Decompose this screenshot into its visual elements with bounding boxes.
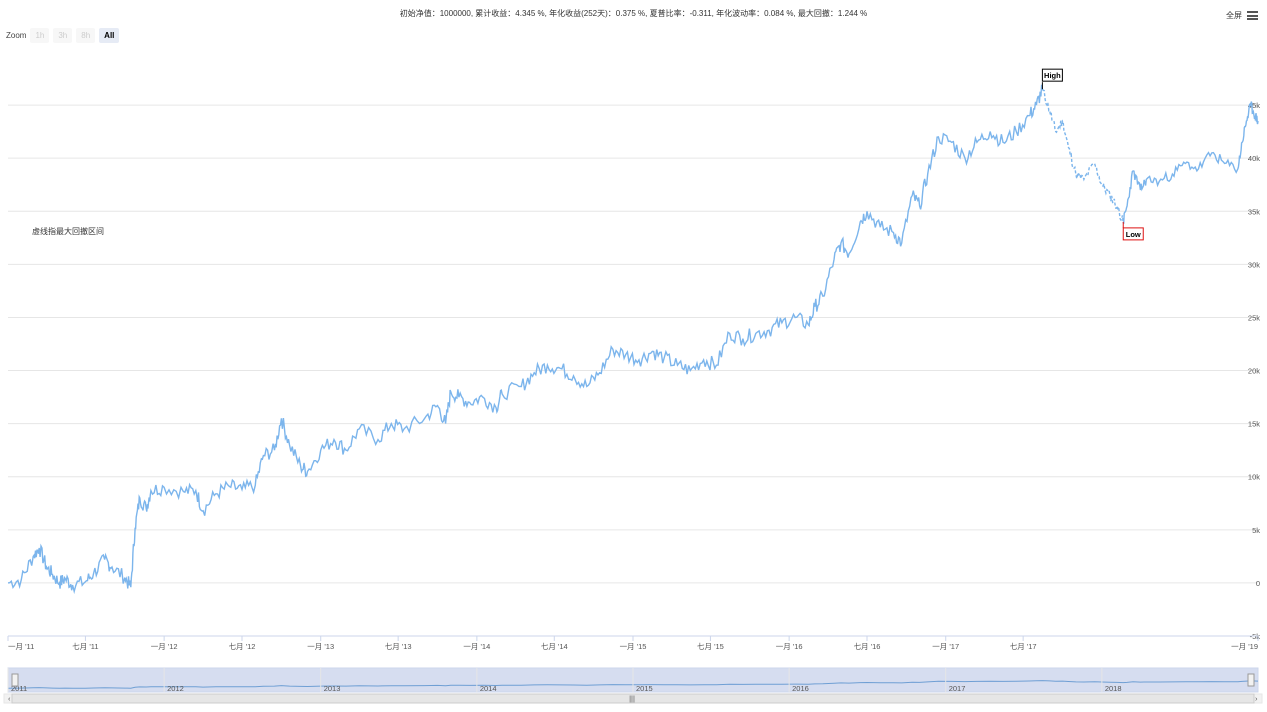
navigator-year-label: 2018 <box>1105 684 1122 693</box>
y-axis-ticks: -5k05k10k15k20k25k30k35k40k45k <box>1248 101 1260 641</box>
flag-label: Low <box>1126 230 1141 239</box>
navigator-left-handle[interactable] <box>11 673 19 687</box>
y-tick-label: 10k <box>1248 473 1260 482</box>
navigator-year-label: 2016 <box>792 684 809 693</box>
x-tick-label: 七月 '11 <box>72 642 98 651</box>
x-tick-label: 一月 '12 <box>151 642 178 651</box>
flag-label: High <box>1044 71 1061 80</box>
equity-chart: -5k05k10k15k20k25k30k35k40k45k 一月 '11 七月 … <box>3 68 1263 704</box>
x-tick-label: 七月 '13 <box>385 642 412 651</box>
navigator-right-handle[interactable] <box>1247 673 1255 687</box>
x-tick-label: 七月 '16 <box>854 642 881 651</box>
y-tick-label: 35k <box>1248 207 1260 216</box>
x-tick-label: 七月 '12 <box>229 642 256 651</box>
y-tick-label: 30k <box>1248 260 1260 269</box>
y-tick-label: 20k <box>1248 367 1260 376</box>
y-tick-label: 0 <box>1256 579 1260 588</box>
x-tick-label: 一月 '19 <box>1231 642 1258 651</box>
navigator-year-label: 2014 <box>480 684 497 693</box>
navigator-year-label: 2015 <box>636 684 653 693</box>
x-tick-label: 七月 '14 <box>541 642 568 651</box>
scrollbar-grip-icon: ||| <box>629 694 635 703</box>
flags: High Low <box>1041 68 1144 241</box>
x-tick-label: 一月 '13 <box>307 642 334 651</box>
y-tick-label: 5k <box>1252 526 1260 535</box>
recovery-line <box>1122 101 1259 224</box>
navigator-year-label: 2017 <box>949 684 966 693</box>
x-tick-label: 七月 '17 <box>1010 642 1037 651</box>
low-flag: Low <box>1122 221 1144 241</box>
x-tick-label: 一月 '15 <box>620 642 647 651</box>
y-tick-label: 25k <box>1248 313 1260 322</box>
navigator-year-label: 2012 <box>167 684 184 693</box>
x-axis: 一月 '11 七月 '11 一月 '12 七月 '12 一月 '13 七月 '13 一月 '… <box>7 635 1259 651</box>
x-tick-label: 一月 '14 <box>463 642 490 651</box>
navigator-year-label: 2013 <box>324 684 341 693</box>
x-tick-label: 一月 '16 <box>776 642 803 651</box>
navigator[interactable]: 2011 2012 2013 2014 2015 2016 2017 2018‹ ›||| <box>3 667 1263 704</box>
y-tick-label: 40k <box>1248 154 1260 163</box>
y-tick-label: 15k <box>1248 420 1260 429</box>
x-tick-label: 一月 '11 <box>8 642 34 651</box>
equity-line <box>7 84 1044 595</box>
x-tick-label: 一月 '17 <box>932 642 959 651</box>
drawdown-dashed-line <box>1041 88 1124 222</box>
grid-lines <box>8 104 1258 637</box>
series-lines <box>7 84 1259 595</box>
high-flag: High <box>1041 68 1063 90</box>
x-tick-label: 七月 '15 <box>697 642 724 651</box>
